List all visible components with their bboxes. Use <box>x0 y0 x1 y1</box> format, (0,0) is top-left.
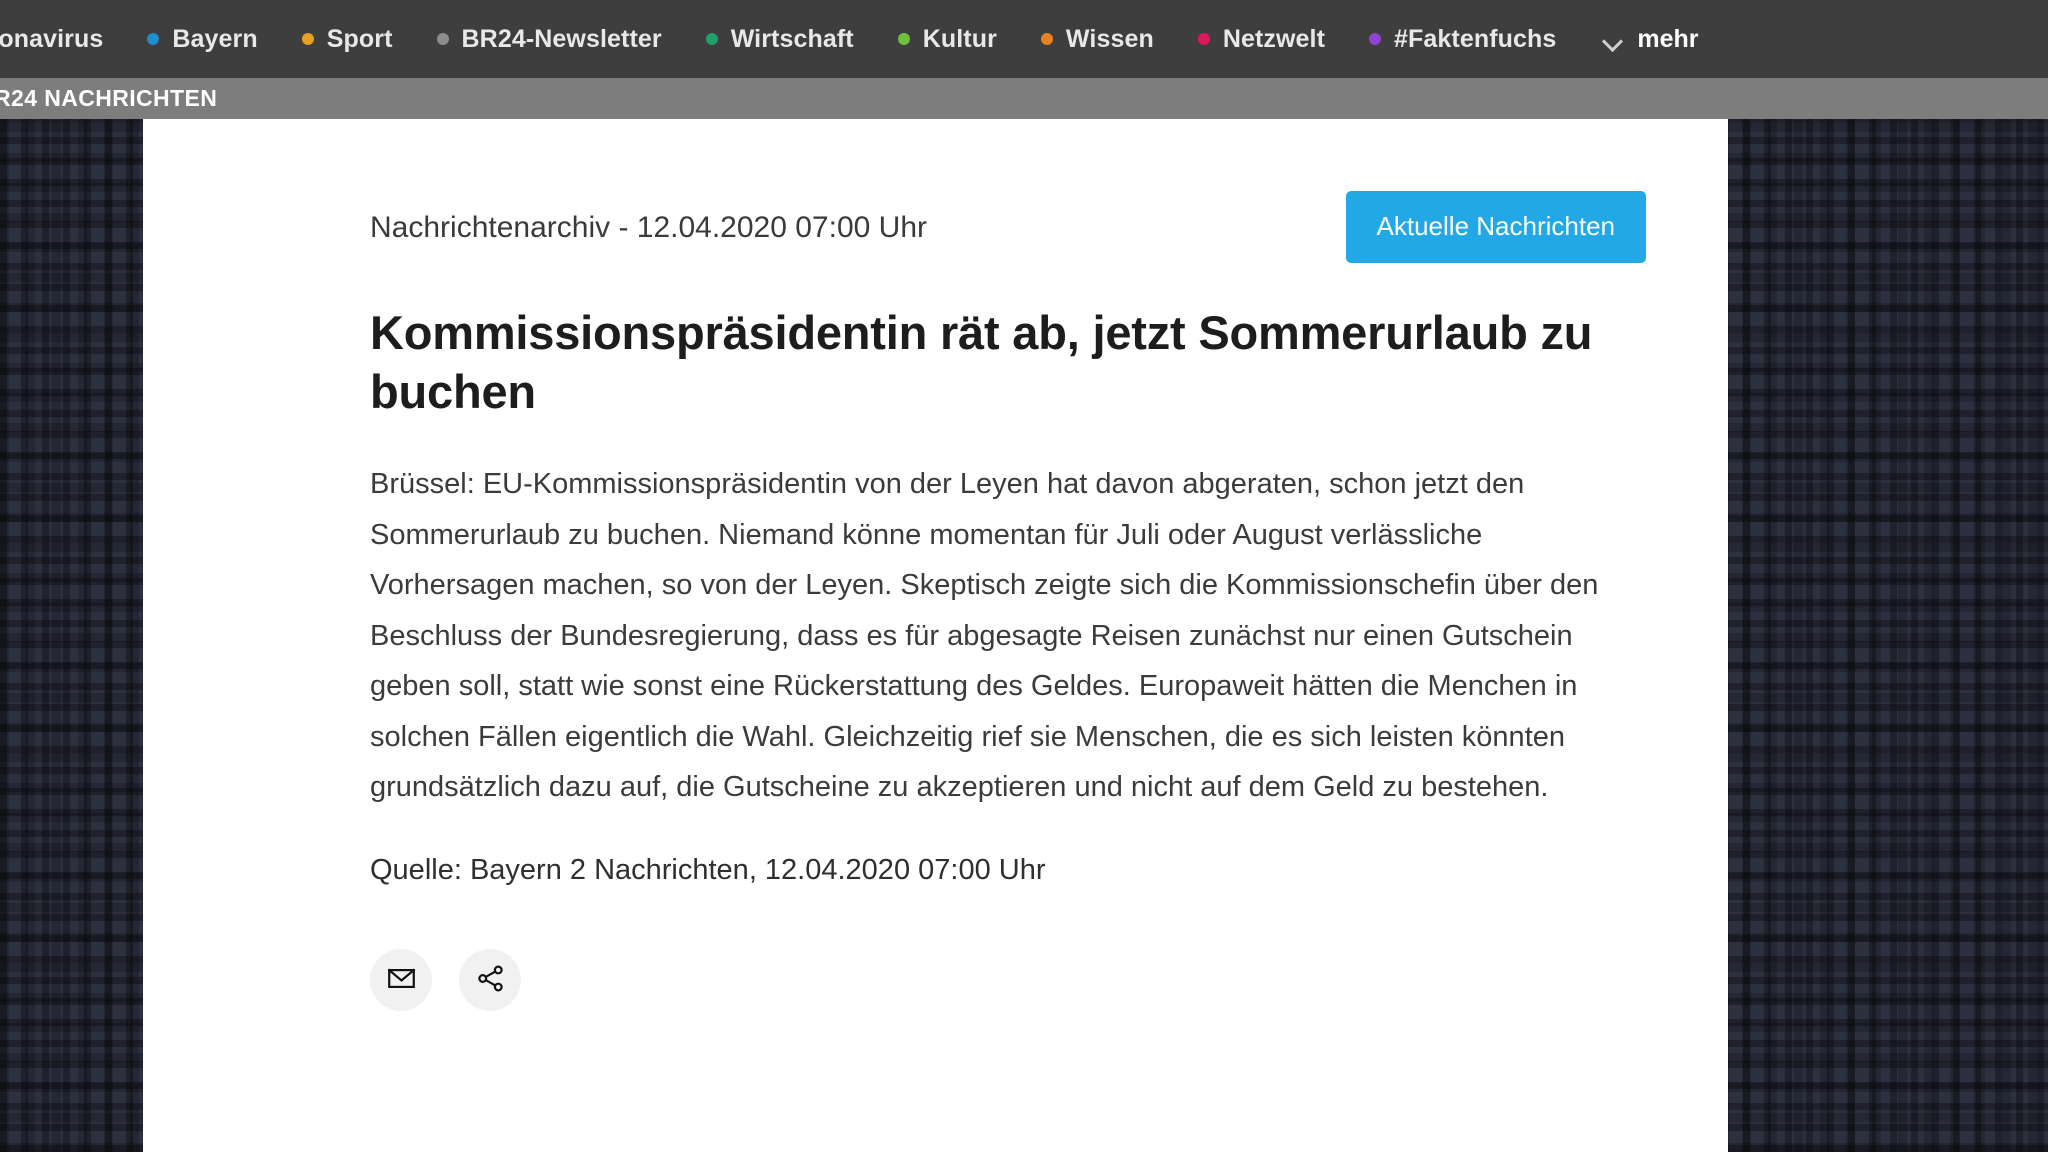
nav-item-label: Coronavirus <box>0 24 104 53</box>
nav-item-kultur[interactable]: Kultur <box>876 25 1019 54</box>
article-inner: Nachrichtenarchiv - 12.04.2020 07:00 Uhr… <box>143 119 1728 1152</box>
section-bar-title: BR24 NACHRICHTEN <box>0 85 218 111</box>
nav-item-bayern[interactable]: Bayern <box>125 25 279 54</box>
nav-item-label: Sport <box>326 24 393 53</box>
article-headline: Kommissionspräsidentin rät ab, jetzt Som… <box>370 306 1593 418</box>
share-button[interactable] <box>459 948 521 1011</box>
nav-item-netzwelt[interactable]: Netzwelt <box>1176 25 1347 54</box>
nav-dot-icon <box>705 33 718 45</box>
archive-timestamp: Nachrichtenarchiv - 12.04.2020 07:00 Uhr <box>370 211 927 244</box>
nav-item-label: Wirtschaft <box>730 24 854 53</box>
nav-item-label: Netzwelt <box>1222 24 1326 53</box>
nav-dot-icon <box>897 33 910 45</box>
nav-dot-icon <box>1197 33 1210 45</box>
nav-item-label: Wissen <box>1065 24 1154 53</box>
nav-more-button[interactable]: mehr <box>1578 25 1728 54</box>
nav-item-label: Kultur <box>922 24 997 53</box>
share-via-mail-button[interactable] <box>370 948 432 1011</box>
nav-item-coronavirus[interactable]: Coronavirus <box>0 25 125 54</box>
article-meta-row: Nachrichtenarchiv - 12.04.2020 07:00 Uhr… <box>370 119 1646 263</box>
nav-dot-icon <box>1369 33 1382 45</box>
nav-item-label: BR24-Newsletter <box>461 24 662 53</box>
nav-item-wirtschaft[interactable]: Wirtschaft <box>684 25 876 54</box>
share-actions <box>370 948 1646 1011</box>
section-bar: BR24 NACHRICHTEN <box>0 78 2048 119</box>
nav-item-faktenfuchs[interactable]: #Faktenfuchs <box>1347 25 1578 54</box>
nav-dot-icon <box>436 33 449 45</box>
nav-item-label: Bayern <box>172 24 258 53</box>
article-sheet: Nachrichtenarchiv - 12.04.2020 07:00 Uhr… <box>143 119 1728 1152</box>
mail-icon <box>386 963 417 997</box>
top-navigation-bar: Coronavirus Bayern Sport BR24-Newsletter… <box>0 0 2048 78</box>
nav-item-label: #Faktenfuchs <box>1394 24 1557 53</box>
current-news-button[interactable]: Aktuelle Nachrichten <box>1345 191 1646 263</box>
chevron-down-icon <box>1604 34 1623 45</box>
nav-items-container: Coronavirus Bayern Sport BR24-Newsletter… <box>0 25 1729 54</box>
article-body: Brüssel: EU-Kommissionspräsidentin von d… <box>370 468 1599 803</box>
nav-item-wissen[interactable]: Wissen <box>1019 25 1176 54</box>
nav-item-sport[interactable]: Sport <box>280 25 415 54</box>
share-nodes-icon <box>475 963 506 997</box>
nav-item-br24-newsletter[interactable]: BR24-Newsletter <box>415 25 684 54</box>
nav-dot-icon <box>301 33 314 45</box>
nav-dot-icon <box>1040 33 1053 45</box>
nav-more-label: mehr <box>1637 24 1699 53</box>
nav-dot-icon <box>147 33 160 45</box>
article-source: Quelle: Bayern 2 Nachrichten, 12.04.2020… <box>370 853 1046 886</box>
